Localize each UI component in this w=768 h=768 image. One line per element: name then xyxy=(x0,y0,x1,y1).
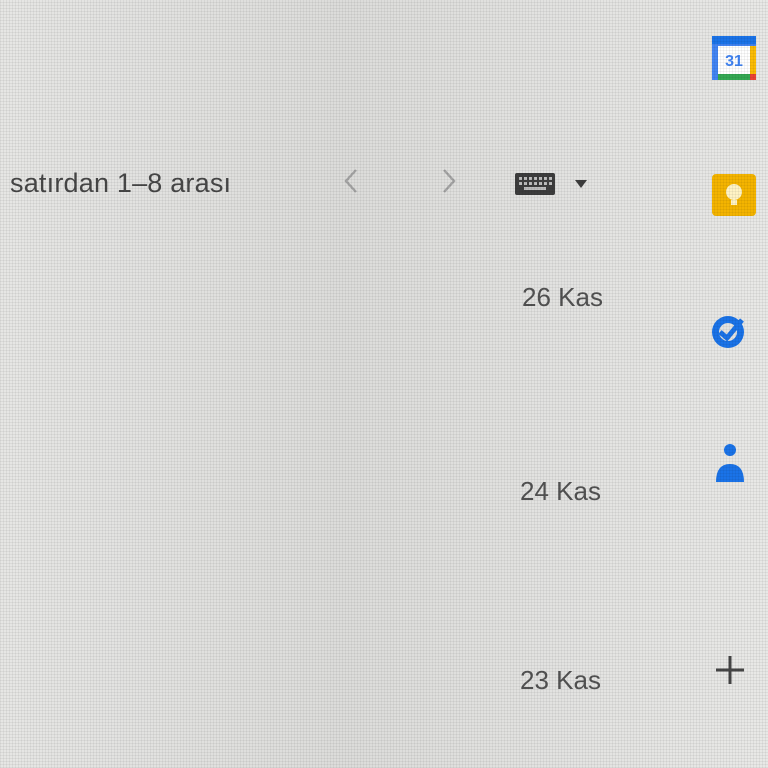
google-contacts-icon xyxy=(716,444,744,482)
calendar-day-text: 31 xyxy=(725,53,743,70)
email-row[interactable]: 24 Kas xyxy=(0,470,660,510)
gmail-inbox-screen: satırdan 1–8 arası 26 Kas 24 Kas 23 Kas … xyxy=(0,0,768,768)
tasks-app-button[interactable] xyxy=(708,308,756,356)
side-panel: 31 xyxy=(708,0,768,768)
email-row[interactable]: 26 Kas xyxy=(0,276,660,316)
email-row[interactable]: 23 Kas xyxy=(0,659,660,699)
email-list: 26 Kas 24 Kas 23 Kas xyxy=(0,0,700,768)
email-date: 26 Kas xyxy=(522,282,603,312)
contacts-app-button[interactable] xyxy=(708,442,756,490)
plus-icon xyxy=(716,656,744,684)
email-date: 24 Kas xyxy=(520,476,601,506)
google-calendar-icon: 31 xyxy=(712,36,756,80)
add-addon-button[interactable] xyxy=(708,646,756,694)
email-date: 23 Kas xyxy=(520,665,601,695)
keep-app-button[interactable] xyxy=(712,170,760,218)
google-keep-icon xyxy=(712,174,756,216)
calendar-app-button[interactable]: 31 xyxy=(712,34,760,82)
google-tasks-icon xyxy=(712,316,744,348)
